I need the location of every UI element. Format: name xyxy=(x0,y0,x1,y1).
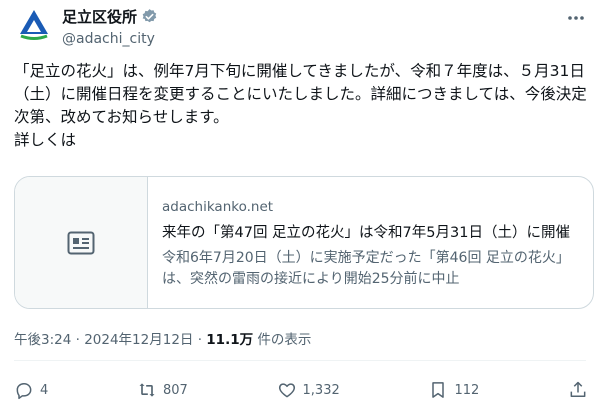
bookmark-button[interactable]: 112 xyxy=(428,380,479,400)
avatar[interactable] xyxy=(14,4,54,44)
divider xyxy=(14,360,586,361)
share-icon xyxy=(570,381,586,397)
display-name[interactable]: 足立区役所 xyxy=(62,6,137,27)
bookmark-count: 112 xyxy=(454,382,480,398)
timestamp[interactable]: 午後3:24 · 2024年12月12日 · xyxy=(14,332,206,348)
card-thumbnail xyxy=(15,177,148,308)
article-icon xyxy=(67,231,95,254)
like-button[interactable]: 1,332 xyxy=(277,380,340,400)
reply-count: 4 xyxy=(40,382,49,398)
reply-icon xyxy=(16,383,32,400)
card-title: 来年の「第47回 足立の花火」は令和7年5月31日（土）に開催 xyxy=(162,225,570,241)
like-count: 1,332 xyxy=(302,382,340,398)
adachi-logo xyxy=(20,10,48,40)
tweet-meta: 午後3:24 · 2024年12月12日 · 11.1万 件の表示 xyxy=(14,328,311,348)
like-icon xyxy=(278,383,295,398)
verified-badge-icon[interactable] xyxy=(141,8,158,25)
repost-count: 807 xyxy=(162,382,188,398)
bookmark-icon xyxy=(432,382,445,398)
more-icon[interactable] xyxy=(566,8,586,33)
views-label: 件の表示 xyxy=(253,332,312,348)
link-card[interactable]: adachikanko.net 来年の「第47回 足立の花火」は令和7年5月31… xyxy=(14,176,594,309)
views-count: 11.1万 xyxy=(206,332,254,348)
card-domain: adachikanko.net xyxy=(162,199,274,215)
repost-button[interactable]: 807 xyxy=(137,380,188,400)
repost-icon xyxy=(139,383,155,397)
reply-button[interactable]: 4 xyxy=(14,380,48,400)
user-info: 足立区役所 @adachi_city xyxy=(62,6,158,47)
share-button[interactable] xyxy=(568,380,588,400)
user-handle[interactable]: @adachi_city xyxy=(62,31,158,47)
tweet-text: 「足立の花火」は、例年7月下旬に開催してきましたが、令和７年度は、５月31日（土… xyxy=(14,62,587,149)
card-description: 令和6年7月20日（土）に実施予定だった「第46回 足立の花火」は、突然の雷雨の… xyxy=(162,250,570,287)
action-bar: 4 807 1,332 112 xyxy=(14,372,588,408)
